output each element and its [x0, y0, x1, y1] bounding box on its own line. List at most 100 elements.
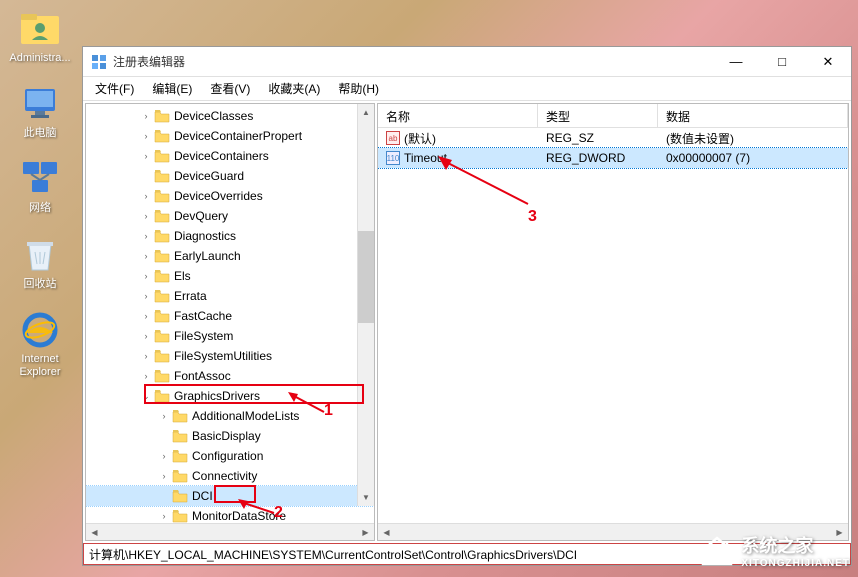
folder-icon	[172, 489, 188, 503]
tree-scrollbar-h[interactable]: ◀ ▶	[86, 523, 374, 540]
tree-item[interactable]: ›DevQuery	[86, 206, 374, 226]
caret-icon[interactable]: ›	[140, 151, 152, 161]
tree-item-name: DCI	[192, 489, 213, 503]
registry-editor-window: 注册表编辑器 — □ ✕ 文件(F) 编辑(E) 查看(V) 收藏夹(A) 帮助…	[82, 46, 852, 566]
tree-item-name: Errata	[174, 289, 207, 303]
tree-item[interactable]: › AdditionalModeLists	[86, 406, 374, 426]
tree-item[interactable]: › Errata	[86, 286, 374, 306]
scroll-left-icon[interactable]: ◀	[86, 524, 103, 540]
desktop-icon-this-pc[interactable]: 此电脑	[4, 83, 76, 140]
column-type[interactable]: 类型	[538, 104, 658, 127]
tree-item[interactable]: ⌄ GraphicsDrivers	[86, 386, 374, 406]
folder-icon	[172, 409, 188, 423]
folder-icon	[154, 189, 170, 203]
caret-icon[interactable]: ›	[158, 451, 170, 461]
list-header: 名称 类型 数据	[378, 104, 848, 128]
close-button[interactable]: ✕	[805, 47, 851, 76]
network-icon	[19, 158, 61, 200]
ie-icon	[19, 309, 61, 351]
tree-item-name: DeviceContainerPropert	[174, 129, 302, 143]
tree-item[interactable]: BasicDisplay	[86, 426, 374, 446]
tree-item-name: Els	[174, 269, 191, 283]
tree-item-name: GraphicsDrivers	[174, 389, 260, 403]
tree-item[interactable]: ›Connectivity	[86, 466, 374, 486]
tree-item[interactable]: ›DeviceContainers	[86, 146, 374, 166]
caret-icon[interactable]: ›	[140, 311, 152, 321]
column-data[interactable]: 数据	[658, 104, 848, 127]
tree-scroll[interactable]: ›DeviceClasses›DeviceContainerPropert›De…	[86, 104, 374, 523]
tree-item-name: FastCache	[174, 309, 232, 323]
tree-item[interactable]: ›Diagnostics	[86, 226, 374, 246]
pc-icon	[19, 83, 61, 125]
desktop-icon-label: Internet Explorer	[4, 353, 76, 379]
tree-item-name: Configuration	[192, 449, 263, 463]
desktop-icon-label: 回收站	[24, 278, 57, 291]
folder-icon	[172, 469, 188, 483]
caret-icon[interactable]: ›	[140, 211, 152, 221]
caret-icon[interactable]: ›	[140, 331, 152, 341]
tree-item[interactable]: ›FileSystemUtilities	[86, 346, 374, 366]
tree-item[interactable]: › Els	[86, 266, 374, 286]
scroll-up-icon[interactable]: ▲	[358, 104, 374, 121]
caret-icon[interactable]: ›	[158, 511, 170, 521]
menu-help[interactable]: 帮助(H)	[330, 78, 387, 99]
tree-item[interactable]: › DeviceClasses	[86, 106, 374, 126]
folder-icon	[154, 369, 170, 383]
tree-item-name: DeviceClasses	[174, 109, 253, 123]
menu-view[interactable]: 查看(V)	[202, 78, 258, 99]
tree-scrollbar-v[interactable]: ▲ ▼	[357, 104, 374, 506]
desktop-icon-ie[interactable]: Internet Explorer	[4, 309, 76, 379]
folder-icon	[154, 269, 170, 283]
folder-icon	[172, 449, 188, 463]
tree-item[interactable]: › DeviceContainerPropert	[86, 126, 374, 146]
caret-icon[interactable]: ›	[140, 111, 152, 121]
tree-item[interactable]: DeviceGuard	[86, 166, 374, 186]
tree-item[interactable]: › Configuration	[86, 446, 374, 466]
caret-icon[interactable]: ›	[140, 131, 152, 141]
caret-icon[interactable]: ›	[140, 231, 152, 241]
caret-icon[interactable]: ›	[140, 291, 152, 301]
folder-icon	[172, 509, 188, 523]
list-row[interactable]: ab(默认)REG_SZ(数值未设置)	[378, 128, 848, 148]
caret-icon[interactable]: ⌄	[140, 391, 152, 402]
recycle-bin-icon	[19, 234, 61, 276]
menu-favorites[interactable]: 收藏夹(A)	[260, 78, 328, 99]
tree-item[interactable]: ›MonitorDataStore	[86, 506, 374, 523]
list-row[interactable]: 110TimeoutREG_DWORD0x00000007 (7)	[378, 148, 848, 168]
caret-icon[interactable]: ›	[140, 271, 152, 281]
desktop-icon-recycle-bin[interactable]: 回收站	[4, 234, 76, 291]
list-body[interactable]: ab(默认)REG_SZ(数值未设置)110TimeoutREG_DWORD0x…	[378, 128, 848, 523]
menu-edit[interactable]: 编辑(E)	[144, 78, 200, 99]
value-type: REG_SZ	[538, 131, 658, 145]
maximize-button[interactable]: □	[759, 47, 805, 76]
tree-item[interactable]: › EarlyLaunch	[86, 246, 374, 266]
folder-icon	[154, 309, 170, 323]
tree-item[interactable]: › FontAssoc	[86, 366, 374, 386]
column-name[interactable]: 名称	[378, 104, 538, 127]
desktop-icon-label: 此电脑	[24, 127, 57, 140]
caret-icon[interactable]: ›	[140, 371, 152, 381]
desktop-icon-network[interactable]: 网络	[4, 158, 76, 215]
desktop-icon-administrator[interactable]: Administra...	[4, 8, 76, 65]
value-type: REG_DWORD	[538, 151, 658, 165]
caret-icon[interactable]: ›	[158, 471, 170, 481]
scroll-right-icon[interactable]: ▶	[357, 524, 374, 540]
tree-item-name: FontAssoc	[174, 369, 231, 383]
menu-file[interactable]: 文件(F)	[87, 78, 142, 99]
tree-item[interactable]: ›FileSystem	[86, 326, 374, 346]
caret-icon[interactable]: ›	[140, 191, 152, 201]
minimize-button[interactable]: —	[713, 47, 759, 76]
caret-icon[interactable]: ›	[140, 351, 152, 361]
tree-item-name: EarlyLaunch	[174, 249, 241, 263]
scroll-left-icon[interactable]: ◀	[378, 524, 395, 540]
caret-icon[interactable]: ›	[140, 251, 152, 261]
list-pane: 名称 类型 数据 ab(默认)REG_SZ(数值未设置)110TimeoutRE…	[377, 103, 849, 541]
caret-icon[interactable]: ›	[158, 411, 170, 421]
scroll-down-icon[interactable]: ▼	[358, 489, 374, 506]
tree-item[interactable]: › FastCache	[86, 306, 374, 326]
titlebar[interactable]: 注册表编辑器 — □ ✕	[83, 47, 851, 77]
tree-item[interactable]: DCI	[86, 486, 374, 506]
tree-item-name: DeviceOverrides	[174, 189, 263, 203]
tree-item-name: AdditionalModeLists	[192, 409, 299, 423]
tree-item[interactable]: › DeviceOverrides	[86, 186, 374, 206]
